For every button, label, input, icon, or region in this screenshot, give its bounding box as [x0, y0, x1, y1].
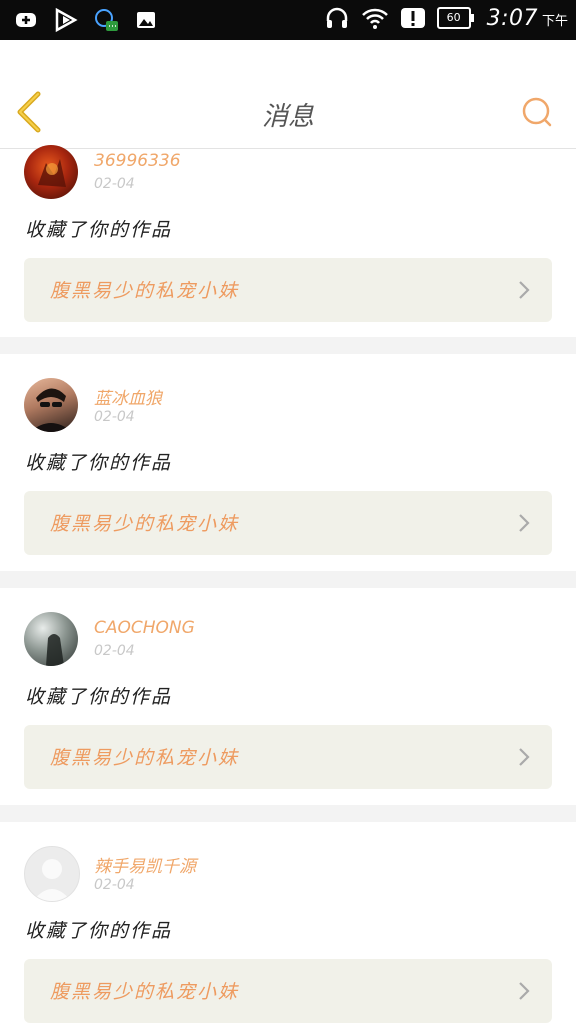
search-button[interactable] — [520, 95, 554, 129]
work-title: 腹黑易少的私宠小妹 — [50, 513, 240, 535]
work-title: 腹黑易少的私宠小妹 — [50, 747, 240, 769]
work-link[interactable]: 腹黑易少的私宠小妹 — [24, 725, 552, 789]
message-action-text: 收藏了你的作品 — [25, 920, 173, 942]
chevron-right-icon — [519, 748, 530, 766]
clock-ampm: 下午 — [541, 13, 568, 29]
wifi-icon — [361, 4, 389, 32]
username[interactable]: 辣手易凯千源 — [94, 852, 196, 877]
message-item: 辣手易凯千源 02-04 收藏了你的作品 腹黑易少的私宠小妹 — [0, 822, 576, 1032]
message-action-text: 收藏了你的作品 — [25, 452, 173, 474]
chevron-right-icon — [519, 281, 530, 299]
avatar[interactable] — [24, 612, 78, 666]
work-title: 腹黑易少的私宠小妹 — [50, 981, 240, 1003]
status-bar: 60 3:07 下午 — [0, 0, 576, 40]
username[interactable]: 蓝冰血狼 — [94, 384, 162, 409]
work-link[interactable]: 腹黑易少的私宠小妹 — [24, 959, 552, 1023]
chevron-right-icon — [519, 982, 530, 1000]
image-icon — [132, 6, 160, 34]
search-icon — [522, 97, 552, 127]
top-nav-bar: 消息 — [0, 40, 576, 149]
qq-chat-icon — [92, 6, 120, 34]
work-title: 腹黑易少的私宠小妹 — [50, 280, 240, 302]
message-item: 36996336 02-04 收藏了你的作品 腹黑易少的私宠小妹 — [0, 145, 576, 337]
play-store-icon — [52, 6, 80, 34]
clock-time: 3:07 — [486, 5, 538, 31]
username[interactable]: CAOCHONG — [94, 618, 195, 638]
username[interactable]: 36996336 — [94, 151, 181, 171]
message-item: 蓝冰血狼 02-04 收藏了你的作品 腹黑易少的私宠小妹 — [0, 354, 576, 571]
headphones-icon — [323, 4, 351, 32]
message-item: CAOCHONG 02-04 收藏了你的作品 腹黑易少的私宠小妹 — [0, 588, 576, 805]
message-action-text: 收藏了你的作品 — [25, 686, 173, 708]
work-link[interactable]: 腹黑易少的私宠小妹 — [24, 491, 552, 555]
default-avatar-icon — [33, 859, 71, 901]
message-date: 02-04 — [94, 643, 135, 659]
avatar[interactable] — [24, 145, 78, 199]
work-link[interactable]: 腹黑易少的私宠小妹 — [24, 258, 552, 322]
chevron-right-icon — [519, 514, 530, 532]
battery-indicator: 60 — [436, 7, 474, 29]
message-date: 02-04 — [94, 176, 135, 192]
message-date: 02-04 — [94, 409, 135, 425]
avatar[interactable] — [24, 378, 78, 432]
avatar[interactable] — [24, 846, 80, 902]
page-title: 消息 — [261, 102, 314, 132]
message-action-text: 收藏了你的作品 — [25, 219, 173, 241]
notification-app-icon — [12, 6, 40, 34]
message-date: 02-04 — [94, 877, 135, 893]
alert-icon — [399, 4, 427, 32]
